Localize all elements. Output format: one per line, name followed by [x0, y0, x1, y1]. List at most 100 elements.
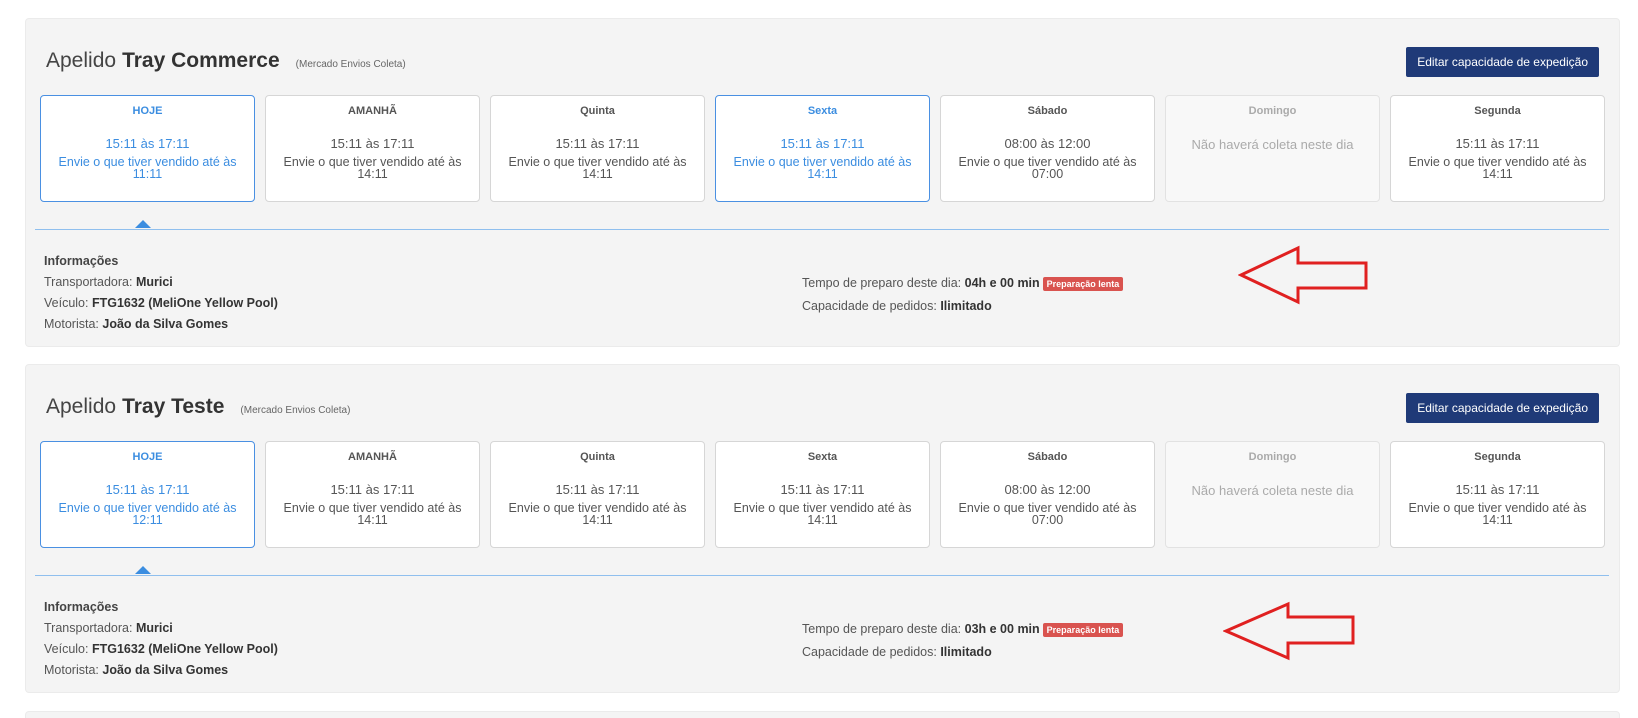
driver-value: João da Silva Gomes — [102, 663, 229, 677]
capacity-value: Ilimitado — [940, 645, 992, 659]
day-name: Segunda — [1474, 451, 1521, 463]
day-tab-domingo: Domingo Não haverá coleta neste dia — [1165, 95, 1380, 202]
day-time: 15:11 às 17:11 — [780, 482, 865, 497]
vehicle-label: Veículo: — [44, 642, 89, 656]
prep-row: Tempo de preparo deste dia: 03h e 00 min… — [802, 618, 1124, 641]
day-tab-segunda[interactable]: Segunda 15:11 às 17:11 Envie o que tiver… — [1390, 95, 1605, 202]
day-name: AMANHÃ — [348, 451, 397, 463]
prep-value: 03h e 00 min — [964, 622, 1040, 636]
day-name: Sexta — [807, 105, 838, 117]
day-note: Envie o que tiver vendido até às 11:11 — [58, 155, 237, 181]
day-tab-hoje[interactable]: HOJE 15:11 às 17:11 Envie o que tiver ve… — [40, 95, 255, 202]
day-note: Não haverá coleta neste dia — [1191, 137, 1354, 152]
prep-value: 04h e 00 min — [964, 276, 1040, 290]
day-time: 08:00 às 12:00 — [1004, 482, 1091, 497]
prep-row: Tempo de preparo deste dia: 04h e 00 min… — [802, 272, 1124, 295]
day-note: Não haverá coleta neste dia — [1191, 483, 1354, 498]
capacity-row: Capacidade de pedidos: Ilimitado — [802, 295, 1123, 318]
nick-subtitle: (Mercado Envios Coleta) — [240, 405, 351, 416]
day-name: Sexta — [807, 451, 838, 463]
prep-panel: Tempo de preparo deste dia: 03h e 00 min… — [802, 618, 1124, 664]
day-tab-sexta[interactable]: Sexta 15:11 às 17:11 Envie o que tiver v… — [715, 441, 930, 548]
divider — [35, 575, 1609, 576]
day-tab-domingo: Domingo Não haverá coleta neste dia — [1165, 441, 1380, 548]
red-arrow-left-icon — [1223, 601, 1355, 661]
edit-capacity-button[interactable]: Editar capacidade de expedição — [1406, 47, 1599, 77]
shipment-card-3 — [25, 711, 1620, 718]
day-tab-hoje[interactable]: HOJE 15:11 às 17:11 Envie o que tiver ve… — [40, 441, 255, 548]
edit-capacity-button[interactable]: Editar capacidade de expedição — [1406, 393, 1599, 423]
capacity-label: Capacidade de pedidos: — [802, 299, 937, 313]
carrier-row: Transportadora: Murici — [44, 618, 278, 639]
day-note: Envie o que tiver vendido até às 14:11 — [508, 501, 687, 527]
driver-value: João da Silva Gomes — [102, 317, 229, 331]
day-tab-sabado[interactable]: Sábado 08:00 às 12:00 Envie o que tiver … — [940, 95, 1155, 202]
day-name: HOJE — [132, 451, 163, 463]
day-tab-segunda[interactable]: Segunda 15:11 às 17:11 Envie o que tiver… — [1390, 441, 1605, 548]
nick-name: Tray Commerce — [122, 49, 280, 72]
info-title: Informações — [44, 254, 119, 268]
day-time: 15:11 às 17:11 — [555, 136, 640, 151]
driver-label: Motorista: — [44, 663, 99, 677]
day-tabs: HOJE 15:11 às 17:11 Envie o que tiver ve… — [40, 441, 1605, 548]
day-tab-sabado[interactable]: Sábado 08:00 às 12:00 Envie o que tiver … — [940, 441, 1155, 548]
carrier-label: Transportadora: — [44, 275, 133, 289]
nick-subtitle: (Mercado Envios Coleta) — [295, 59, 406, 70]
day-name: Quinta — [580, 451, 615, 463]
day-name: AMANHÃ — [348, 105, 397, 117]
nick-prefix: Apelido — [46, 395, 117, 418]
carrier-value: Murici — [135, 621, 173, 635]
prep-label: Tempo de preparo deste dia: — [802, 276, 962, 290]
vehicle-row: Veículo: FTG1632 (MeliOne Yellow Pool) — [44, 639, 278, 660]
nick-name: Tray Teste — [122, 395, 225, 418]
day-note: Envie o que tiver vendido até às 14:11 — [283, 155, 462, 181]
capacity-label: Capacidade de pedidos: — [802, 645, 937, 659]
info-panel: Informações Transportadora: Murici Veícu… — [44, 251, 278, 335]
shipment-card-2: Apelido Tray Teste (Mercado Envios Colet… — [25, 364, 1620, 693]
vehicle-value: FTG1632 (MeliOne Yellow Pool) — [91, 296, 278, 310]
day-time: 15:11 às 17:11 — [1455, 136, 1540, 151]
day-tab-amanha[interactable]: AMANHÃ 15:11 às 17:11 Envie o que tiver … — [265, 441, 480, 548]
carrier-row: Transportadora: Murici — [44, 272, 278, 293]
day-name: Domingo — [1248, 451, 1297, 463]
card-header: Apelido Tray Teste (Mercado Envios Colet… — [46, 395, 350, 419]
day-name: Quinta — [580, 105, 615, 117]
selected-day-caret-icon — [135, 220, 151, 228]
day-tab-quinta[interactable]: Quinta 15:11 às 17:11 Envie o que tiver … — [490, 441, 705, 548]
day-tabs: HOJE 15:11 às 17:11 Envie o que tiver ve… — [40, 95, 1605, 202]
nick-prefix: Apelido — [46, 49, 117, 72]
divider — [35, 229, 1609, 230]
day-time: 15:11 às 17:11 — [555, 482, 640, 497]
day-note: Envie o que tiver vendido até às 14:11 — [733, 155, 912, 181]
selected-day-caret-icon — [135, 566, 151, 574]
day-note: Envie o que tiver vendido até às 07:00 — [958, 155, 1137, 181]
vehicle-label: Veículo: — [44, 296, 89, 310]
day-tab-sexta[interactable]: Sexta 15:11 às 17:11 Envie o que tiver v… — [715, 95, 930, 202]
capacity-value: Ilimitado — [940, 299, 992, 313]
day-note: Envie o que tiver vendido até às 07:00 — [958, 501, 1137, 527]
prep-panel: Tempo de preparo deste dia: 04h e 00 min… — [802, 272, 1124, 318]
day-name: Sábado — [1027, 105, 1068, 117]
day-time: 15:11 às 17:11 — [330, 482, 415, 497]
red-arrow-left-icon — [1238, 245, 1368, 305]
day-note: Envie o que tiver vendido até às 14:11 — [1408, 501, 1587, 527]
carrier-label: Transportadora: — [44, 621, 133, 635]
day-time: 15:11 às 17:11 — [780, 136, 865, 151]
info-title: Informações — [44, 600, 119, 614]
driver-row: Motorista: João da Silva Gomes — [44, 660, 278, 681]
day-name: Segunda — [1474, 105, 1521, 117]
day-note: Envie o que tiver vendido até às 14:11 — [508, 155, 687, 181]
prep-label: Tempo de preparo deste dia: — [802, 622, 962, 636]
day-note: Envie o que tiver vendido até às 12:11 — [58, 501, 237, 527]
day-time: 15:11 às 17:11 — [105, 136, 190, 151]
day-name: Domingo — [1248, 105, 1297, 117]
driver-row: Motorista: João da Silva Gomes — [44, 314, 278, 335]
day-tab-quinta[interactable]: Quinta 15:11 às 17:11 Envie o que tiver … — [490, 95, 705, 202]
slow-prep-badge: Preparação lenta — [1042, 276, 1124, 291]
card-header: Apelido Tray Commerce (Mercado Envios Co… — [46, 49, 406, 73]
day-tab-amanha[interactable]: AMANHÃ 15:11 às 17:11 Envie o que tiver … — [265, 95, 480, 202]
info-panel: Informações Transportadora: Murici Veícu… — [44, 597, 278, 681]
vehicle-value: FTG1632 (MeliOne Yellow Pool) — [91, 642, 278, 656]
day-time: 15:11 às 17:11 — [330, 136, 415, 151]
day-time: 08:00 às 12:00 — [1004, 136, 1091, 151]
